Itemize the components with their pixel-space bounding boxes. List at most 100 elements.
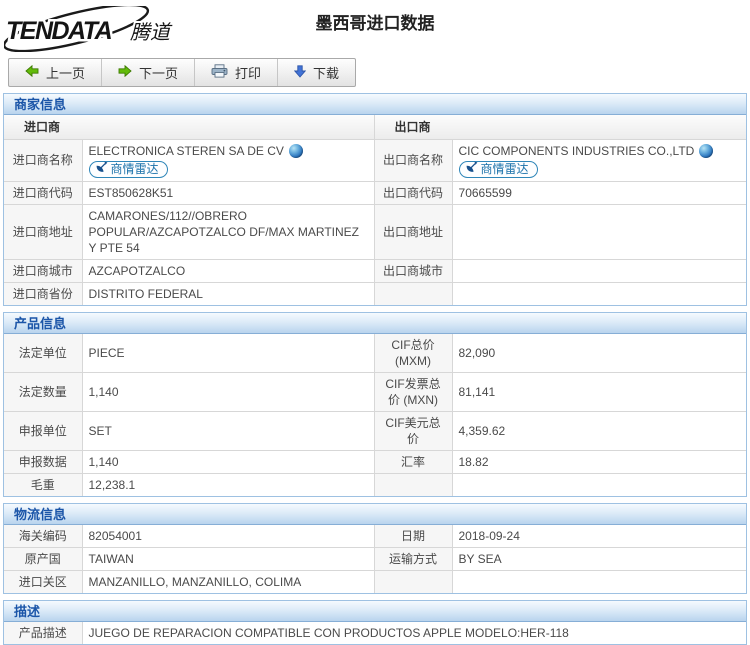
exporter-code-label: 出口商代码 <box>374 181 452 204</box>
cif-usd-label: CIF美元总价 <box>374 411 452 450</box>
exchange-rate-value: 18.82 <box>452 450 746 473</box>
importer-city-value: AZCAPOTZALCO <box>82 259 374 282</box>
table-row: 法定单位 PIECE CIF总价 (MXM) 82,090 <box>4 334 746 373</box>
merchant-info-header: 商家信息 <box>4 94 746 115</box>
table-row: 进口商地址 CAMARONES/112//OBRERO POPULAR/AZCA… <box>4 204 746 259</box>
table-row: 进口商省份 DISTRITO FEDERAL <box>4 282 746 305</box>
customs-district-value: MANZANILLO, MANZANILLO, COLIMA <box>82 570 374 593</box>
table-row: 法定数量 1,140 CIF发票总价 (MXN) 81,141 <box>4 372 746 411</box>
description-panel: 描述 产品描述 JUEGO DE REPARACION COMPATIBLE C… <box>3 600 747 645</box>
importer-address-label: 进口商地址 <box>4 204 82 259</box>
print-label: 打印 <box>235 63 261 82</box>
merchant-info-table: 进口商 出口商 进口商名称 ELECTRONICA STEREN SA DE C… <box>4 115 746 305</box>
prev-page-button[interactable]: 上一页 <box>9 59 102 86</box>
date-label: 日期 <box>374 525 452 548</box>
exporter-name-label: 出口商名称 <box>374 139 452 181</box>
origin-country-label: 原产国 <box>4 547 82 570</box>
product-info-header: 产品信息 <box>4 313 746 334</box>
exporter-code-value: 70665599 <box>452 181 746 204</box>
hs-code-value: 82054001 <box>82 525 374 548</box>
radar-badge-label: 商情雷达 <box>481 161 529 177</box>
download-label: 下载 <box>313 63 339 82</box>
satellite-icon <box>95 161 108 177</box>
hs-code-label: 海关编码 <box>4 525 82 548</box>
exporter-city-label: 出口商城市 <box>374 259 452 282</box>
importer-radar-badge[interactable]: 商情雷达 <box>89 161 168 178</box>
table-row: 进口商名称 ELECTRONICA STEREN SA DE CV 商情雷达 <box>4 139 746 181</box>
product-desc-label: 产品描述 <box>4 622 82 644</box>
legal-qty-label: 法定数量 <box>4 372 82 411</box>
exporter-name-value: CIC COMPONENTS INDUSTRIES CO.,LTD <box>459 143 695 159</box>
product-desc-value: JUEGO DE REPARACION COMPATIBLE CON PRODU… <box>82 622 746 644</box>
importer-city-label: 进口商城市 <box>4 259 82 282</box>
table-row: 进口关区 MANZANILLO, MANZANILLO, COLIMA <box>4 570 746 593</box>
importer-code-value: EST850628K51 <box>82 181 374 204</box>
empty-value-cell <box>452 282 746 305</box>
importer-name-cell: ELECTRONICA STEREN SA DE CV 商情雷达 <box>82 139 374 181</box>
page-title: 墨西哥进口数据 <box>0 9 750 34</box>
prev-page-label: 上一页 <box>46 63 85 82</box>
cif-total-label: CIF总价 (MXM) <box>374 334 452 373</box>
importer-column-header: 进口商 <box>4 115 374 139</box>
legal-qty-value: 1,140 <box>82 372 374 411</box>
radar-badge-label: 商情雷达 <box>111 161 159 177</box>
logistics-info-panel: 物流信息 海关编码 82054001 日期 2018-09-24 原产国 TAI… <box>3 503 747 594</box>
origin-country-value: TAIWAN <box>82 547 374 570</box>
arrow-left-icon <box>25 65 39 80</box>
description-table: 产品描述 JUEGO DE REPARACION COMPATIBLE CON … <box>4 622 746 644</box>
empty-label-cell <box>374 473 452 496</box>
exchange-rate-label: 汇率 <box>374 450 452 473</box>
exporter-column-header: 出口商 <box>374 115 746 139</box>
cif-total-value: 82,090 <box>452 334 746 373</box>
printer-icon <box>211 64 228 81</box>
product-info-panel: 产品信息 法定单位 PIECE CIF总价 (MXM) 82,090 法定数量 … <box>3 312 747 497</box>
table-row: 申报单位 SET CIF美元总价 4,359.62 <box>4 411 746 450</box>
importer-code-label: 进口商代码 <box>4 181 82 204</box>
table-row: 申报数据 1,140 汇率 18.82 <box>4 450 746 473</box>
gross-weight-label: 毛重 <box>4 473 82 496</box>
cif-usd-value: 4,359.62 <box>452 411 746 450</box>
legal-unit-value: PIECE <box>82 334 374 373</box>
globe-icon[interactable] <box>699 144 713 158</box>
logistics-info-table: 海关编码 82054001 日期 2018-09-24 原产国 TAIWAN 运… <box>4 525 746 593</box>
next-page-button[interactable]: 下一页 <box>102 59 195 86</box>
exporter-radar-badge[interactable]: 商情雷达 <box>459 161 538 178</box>
date-value: 2018-09-24 <box>452 525 746 548</box>
download-button[interactable]: 下载 <box>278 59 355 86</box>
declared-unit-label: 申报单位 <box>4 411 82 450</box>
customs-district-label: 进口关区 <box>4 570 82 593</box>
table-row: 海关编码 82054001 日期 2018-09-24 <box>4 525 746 548</box>
globe-icon[interactable] <box>289 144 303 158</box>
next-page-label: 下一页 <box>139 63 178 82</box>
table-row: 进口商代码 EST850628K51 出口商代码 70665599 <box>4 181 746 204</box>
gross-weight-value: 12,238.1 <box>82 473 374 496</box>
importer-name-value: ELECTRONICA STEREN SA DE CV <box>89 143 284 159</box>
logistics-info-header: 物流信息 <box>4 504 746 525</box>
table-row: 进口商 出口商 <box>4 115 746 139</box>
empty-value-cell <box>452 473 746 496</box>
transport-mode-label: 运输方式 <box>374 547 452 570</box>
table-row: 进口商城市 AZCAPOTZALCO 出口商城市 <box>4 259 746 282</box>
declared-unit-value: SET <box>82 411 374 450</box>
importer-name-label: 进口商名称 <box>4 139 82 181</box>
print-button[interactable]: 打印 <box>195 59 278 86</box>
importer-address-value: CAMARONES/112//OBRERO POPULAR/AZCAPOTZAL… <box>82 204 374 259</box>
arrow-down-icon <box>294 65 306 81</box>
product-info-table: 法定单位 PIECE CIF总价 (MXM) 82,090 法定数量 1,140… <box>4 334 746 496</box>
satellite-icon <box>465 161 478 177</box>
exporter-city-value <box>452 259 746 282</box>
importer-province-label: 进口商省份 <box>4 282 82 305</box>
description-header: 描述 <box>4 601 746 622</box>
exporter-address-label: 出口商地址 <box>374 204 452 259</box>
transport-mode-value: BY SEA <box>452 547 746 570</box>
exporter-name-cell: CIC COMPONENTS INDUSTRIES CO.,LTD 商情雷达 <box>452 139 746 181</box>
empty-value-cell <box>452 570 746 593</box>
declared-qty-value: 1,140 <box>82 450 374 473</box>
declared-qty-label: 申报数据 <box>4 450 82 473</box>
legal-unit-label: 法定单位 <box>4 334 82 373</box>
merchant-info-panel: 商家信息 进口商 出口商 进口商名称 ELECTRONICA STEREN SA… <box>3 93 747 306</box>
arrow-right-icon <box>118 65 132 80</box>
table-row: 原产国 TAIWAN 运输方式 BY SEA <box>4 547 746 570</box>
cif-invoice-label: CIF发票总价 (MXN) <box>374 372 452 411</box>
page-header: TENDATA 腾道 墨西哥进口数据 <box>0 0 750 56</box>
